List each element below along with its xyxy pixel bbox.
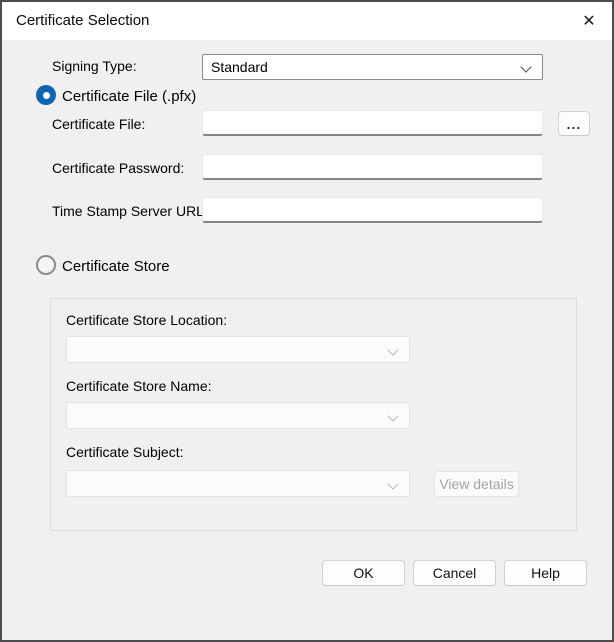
dialog-title: Certificate Selection xyxy=(16,2,149,40)
store-name-label: Certificate Store Name: xyxy=(66,378,212,394)
view-details-button: View details xyxy=(434,471,519,497)
chevron-down-icon xyxy=(387,344,398,355)
certificate-store-radio[interactable] xyxy=(36,255,56,275)
certificate-file-radio[interactable] xyxy=(36,85,56,105)
browse-button[interactable]: ... xyxy=(558,111,590,136)
chevron-down-icon xyxy=(387,478,398,489)
titlebar: Certificate Selection ✕ xyxy=(2,2,612,40)
certificate-password-input[interactable] xyxy=(202,154,543,180)
certificate-subject-select xyxy=(66,470,410,497)
certificate-file-label: Certificate File: xyxy=(52,116,145,132)
certificate-selection-dialog: Certificate Selection ✕ Signing Type: St… xyxy=(0,0,614,642)
certificate-password-label: Certificate Password: xyxy=(52,160,184,176)
certificate-subject-label: Certificate Subject: xyxy=(66,444,184,460)
help-button[interactable]: Help xyxy=(504,560,587,586)
timestamp-server-url-input[interactable] xyxy=(202,197,543,223)
signing-type-value: Standard xyxy=(211,59,268,75)
certificate-file-input[interactable] xyxy=(202,110,543,136)
store-location-select xyxy=(66,336,410,363)
store-location-label: Certificate Store Location: xyxy=(66,312,227,328)
chevron-down-icon xyxy=(387,410,398,421)
ok-button[interactable]: OK xyxy=(322,560,405,586)
timestamp-server-url-label: Time Stamp Server URL: xyxy=(52,203,208,219)
certificate-file-radio-label: Certificate File (.pfx) xyxy=(62,88,196,105)
chevron-down-icon xyxy=(520,61,531,72)
cancel-button[interactable]: Cancel xyxy=(413,560,496,586)
close-icon[interactable]: ✕ xyxy=(572,2,606,40)
signing-type-label: Signing Type: xyxy=(52,58,137,74)
signing-type-select[interactable]: Standard xyxy=(202,54,543,80)
store-name-select xyxy=(66,402,410,429)
certificate-store-radio-label: Certificate Store xyxy=(62,258,170,275)
